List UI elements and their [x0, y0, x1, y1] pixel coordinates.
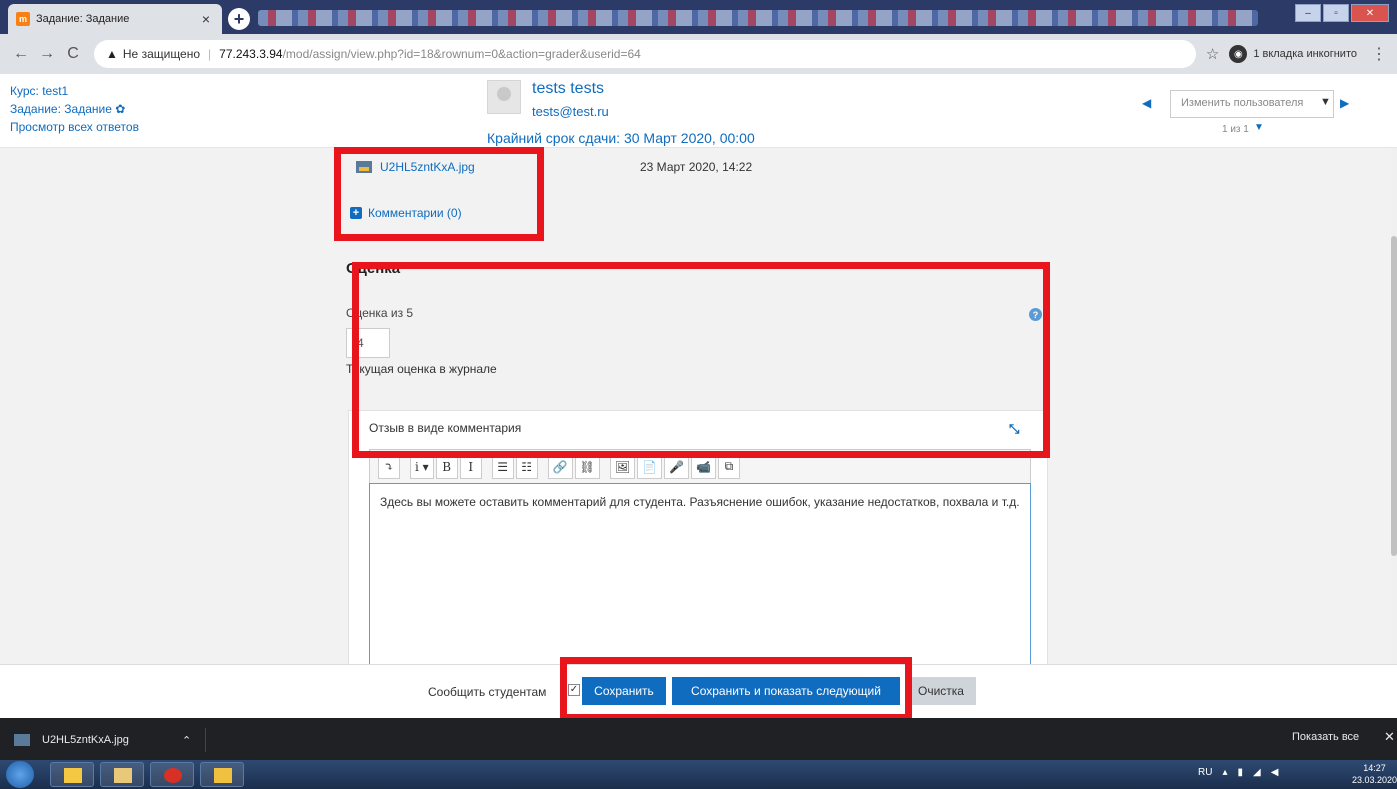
browser-menu-icon[interactable]: ⋮	[1371, 44, 1387, 64]
breadcrumb: Курс: test1 Задание: Задание ✿ Просмотр …	[10, 82, 139, 136]
gear-icon[interactable]: ✿	[115, 102, 125, 116]
change-user-select[interactable]: Изменить пользователя	[1170, 90, 1334, 118]
manage-files-button[interactable]: ⧉	[717, 454, 740, 479]
minimize-button[interactable]: –	[1295, 4, 1321, 22]
system-clock[interactable]: 14:27 23.03.2020	[1352, 762, 1397, 786]
reset-button[interactable]: Очистка	[906, 677, 976, 705]
user-count: 1 из 1	[1222, 124, 1249, 135]
chevron-up-icon[interactable]: ⌃	[182, 734, 191, 747]
link-button[interactable]: 🔗	[547, 454, 573, 479]
network-icon[interactable]: ▮	[1237, 767, 1243, 778]
scrollbar-thumb[interactable]	[1391, 236, 1397, 556]
new-tab-button[interactable]: +	[228, 8, 250, 30]
close-window-button[interactable]: ✕	[1351, 4, 1389, 22]
back-icon[interactable]: ←	[10, 45, 32, 63]
browser-tab-active[interactable]: m Задание: Задание ×	[8, 4, 222, 34]
start-button[interactable]	[6, 761, 34, 788]
dropdown-icon[interactable]: ▼	[1320, 96, 1331, 108]
bookmark-star-icon[interactable]: ☆	[1206, 45, 1219, 63]
signal-icon[interactable]: ◢	[1253, 767, 1261, 778]
user-email: tests@test.ru	[532, 104, 609, 119]
unordered-list-button[interactable]: ☰	[491, 454, 514, 479]
maximize-button[interactable]: ▫	[1323, 4, 1349, 22]
language-indicator[interactable]: RU	[1198, 767, 1212, 778]
insert-image-button[interactable]: 🖼	[609, 454, 636, 479]
system-tray: RU ▴ ▮ ◢ ◀	[1198, 767, 1278, 778]
highlight-feedback-box	[352, 262, 1050, 458]
download-item[interactable]: U2HL5zntKxA.jpg ⌃	[14, 728, 206, 752]
clock-date: 23.03.2020	[1352, 775, 1397, 785]
filter-icon[interactable]: ▼	[1254, 122, 1264, 133]
volume-icon[interactable]: ◀	[1271, 767, 1279, 778]
url-path: /mod/assign/view.php?id=18&rownum=0&acti…	[282, 47, 641, 61]
incognito-label: 1 вкладка инкогнито	[1253, 48, 1357, 60]
previous-user-icon[interactable]: ◀	[1142, 96, 1151, 110]
reload-icon[interactable]: C	[62, 45, 84, 63]
bold-button[interactable]: B	[435, 454, 458, 479]
windows-taskbar: RU ▴ ▮ ◢ ◀ 14:27 23.03.2020	[0, 760, 1397, 789]
submission-file-date: 23 Март 2020, 14:22	[640, 160, 753, 174]
assignment-link[interactable]: Задание: Задание	[10, 102, 112, 116]
incognito-icon: ◉	[1229, 45, 1248, 63]
highlight-save-buttons	[560, 657, 912, 721]
user-name[interactable]: tests tests	[532, 80, 604, 98]
close-tab-icon[interactable]: ×	[198, 11, 214, 27]
insecure-label: Не защищено	[122, 47, 201, 61]
grader-header: Курс: test1 Задание: Задание ✿ Просмотр …	[0, 74, 1397, 148]
paragraph-style-button[interactable]: i ▾	[410, 454, 434, 479]
highlight-grade-box	[334, 147, 544, 241]
user-navigation: ◀ Изменить пользователя ▼ ▶ 1 из 1 ▼	[1142, 90, 1352, 140]
feedback-editor[interactable]: Здесь вы можете оставить комментарий для…	[369, 483, 1031, 664]
show-all-downloads-button[interactable]: Показать все	[1292, 731, 1359, 743]
close-downloads-icon[interactable]: ✕	[1384, 729, 1395, 745]
download-file-name: U2HL5zntKxA.jpg	[42, 734, 129, 746]
url-host: 77.243.3.94	[219, 47, 283, 61]
ordered-list-button[interactable]: ☷	[515, 454, 538, 479]
insert-media-button[interactable]: 📄	[637, 454, 663, 479]
image-file-icon	[14, 734, 30, 746]
browser-tab-strip: m Задание: Задание × + – ▫ ✕	[0, 0, 1397, 34]
notify-students-label: Сообщить студентам	[428, 685, 547, 699]
downloads-bar: U2HL5zntKxA.jpg ⌃ Показать все ✕	[0, 718, 1397, 760]
avatar	[487, 80, 521, 114]
view-all-submissions-link[interactable]: Просмотр всех ответов	[10, 118, 139, 136]
chrome-taskbar-icon[interactable]	[150, 762, 194, 787]
next-user-icon[interactable]: ▶	[1340, 96, 1349, 110]
app-taskbar-icon[interactable]	[200, 762, 244, 787]
incognito-indicator[interactable]: ◉ 1 вкладка инкогнито	[1229, 45, 1357, 63]
forward-icon[interactable]: →	[36, 45, 58, 63]
tab-title: Задание: Задание	[36, 13, 130, 25]
warning-icon: ▲	[106, 47, 118, 61]
other-tabs[interactable]	[258, 10, 1258, 26]
explorer-taskbar-icon[interactable]	[50, 762, 94, 787]
record-audio-button[interactable]: 🎤	[664, 454, 690, 479]
clock-time: 14:27	[1363, 763, 1386, 773]
record-video-button[interactable]: 📹	[691, 454, 716, 479]
moodle-favicon-icon: m	[16, 12, 30, 26]
address-bar: ← → C ▲ Не защищено | 77.243.3.94 /mod/a…	[0, 34, 1397, 74]
url-field[interactable]: ▲ Не защищено | 77.243.3.94 /mod/assign/…	[94, 40, 1196, 68]
unlink-button[interactable]: ⛓	[574, 454, 600, 479]
toolbar-toggle-button[interactable]: ⤵	[378, 454, 400, 479]
url-separator: |	[208, 47, 212, 61]
page-scrollbar[interactable]	[1391, 148, 1397, 664]
folder-taskbar-icon[interactable]	[100, 762, 144, 787]
window-controls: – ▫ ✕	[1295, 4, 1389, 22]
italic-button[interactable]: I	[459, 454, 482, 479]
due-date: Крайний срок сдачи: 30 Март 2020, 00:00	[487, 130, 755, 146]
course-link[interactable]: Курс: test1	[10, 82, 139, 100]
current-user-info: tests tests tests@test.ru Крайний срок с…	[487, 80, 807, 146]
tray-arrow-icon[interactable]: ▴	[1222, 767, 1227, 778]
